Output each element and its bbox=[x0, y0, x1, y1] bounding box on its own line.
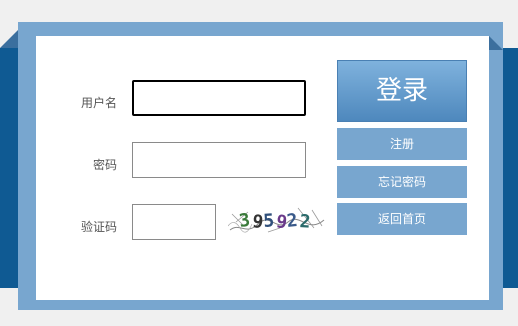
captcha-input[interactable] bbox=[132, 204, 216, 240]
captcha-image[interactable]: 395922 bbox=[228, 202, 326, 238]
username-label: 用户名 bbox=[80, 96, 117, 110]
username-input[interactable] bbox=[132, 80, 306, 116]
password-label: 密码 bbox=[92, 158, 117, 172]
password-input[interactable] bbox=[132, 142, 306, 178]
captcha-char: 2 bbox=[299, 211, 312, 233]
captcha-char: 2 bbox=[286, 210, 300, 232]
back-home-button[interactable]: 返回首页 bbox=[337, 203, 467, 235]
frame-corner-left bbox=[0, 30, 18, 48]
login-button[interactable]: 登录 bbox=[337, 60, 467, 122]
frame-corner-right bbox=[489, 36, 503, 50]
forgot-password-button[interactable]: 忘记密码 bbox=[337, 166, 467, 198]
captcha-char: 5 bbox=[263, 210, 276, 232]
captcha-label: 验证码 bbox=[80, 220, 117, 234]
register-button[interactable]: 注册 bbox=[337, 128, 467, 160]
